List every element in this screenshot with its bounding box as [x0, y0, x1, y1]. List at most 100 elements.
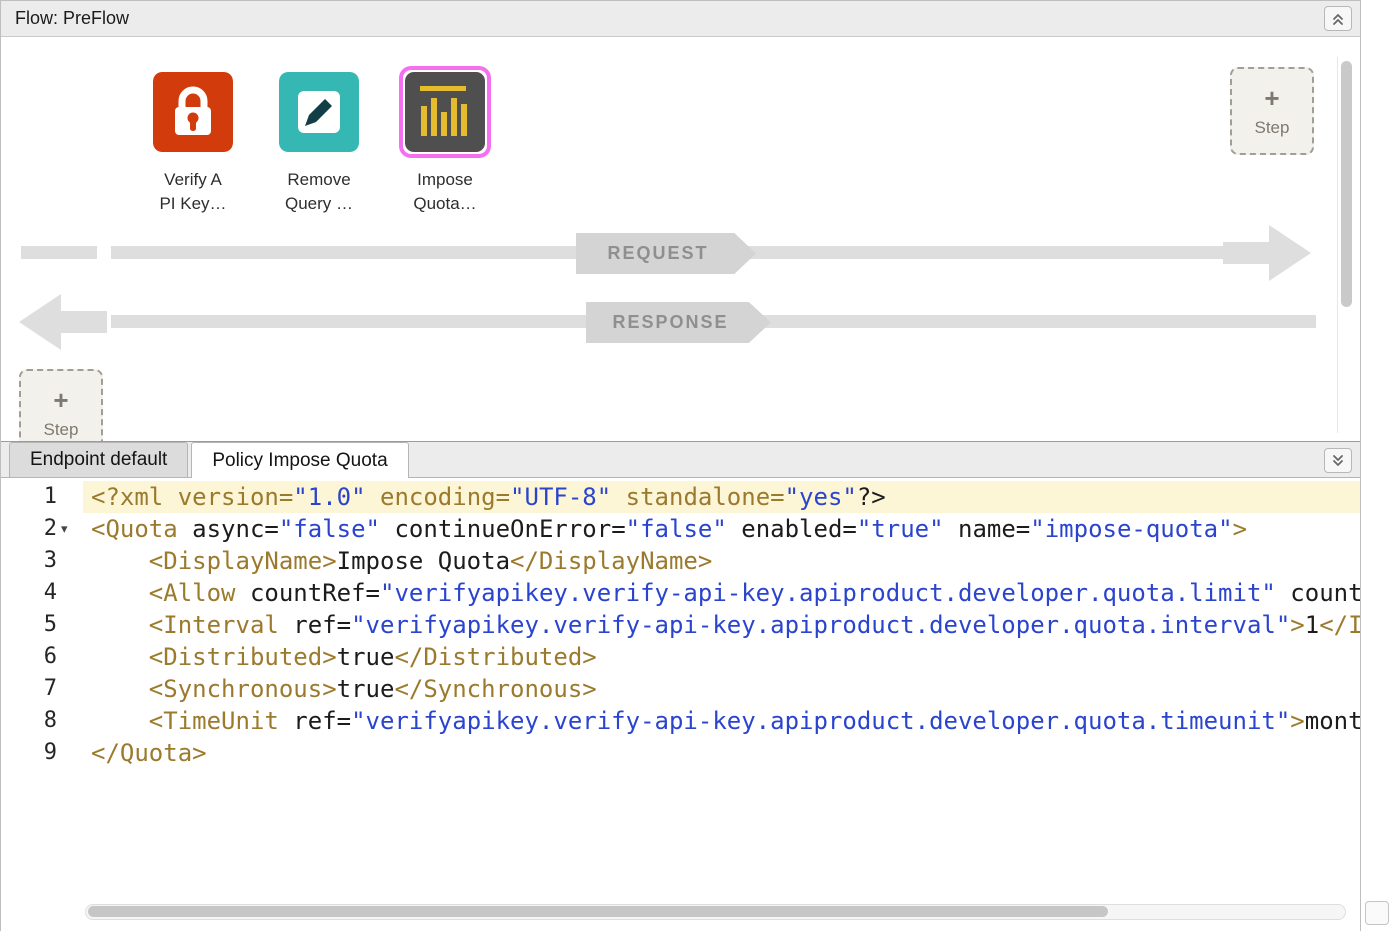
code-lines: 1 <?xml version="1.0" encoding="UTF-8" st…	[1, 478, 1360, 769]
policy-verify-api-key[interactable]: Verify A PI Key…	[143, 65, 243, 216]
flow-titlebar: Flow: PreFlow	[1, 1, 1360, 37]
fold-spacer	[57, 673, 83, 705]
line-number: 8	[1, 705, 57, 737]
policy-icon-area	[273, 65, 365, 159]
code-line-text: <Allow countRef="verifyapikey.verify-api…	[83, 577, 1360, 609]
pencil-icon	[279, 72, 359, 152]
bar-chart-icon	[405, 72, 485, 152]
code-line[interactable]: 8 <TimeUnit ref="verifyapikey.verify-api…	[1, 705, 1360, 737]
line-gutter[interactable]: 4	[1, 577, 83, 609]
code-line[interactable]: 3 <DisplayName>Impose Quota</DisplayName…	[1, 545, 1360, 577]
line-gutter[interactable]: 2▾	[1, 513, 83, 545]
policy-list: Verify A PI Key…	[143, 65, 495, 216]
policy-icon-frame	[273, 66, 365, 158]
response-label: RESPONSE	[612, 312, 728, 333]
fold-spacer	[57, 737, 83, 769]
code-line-text: <Synchronous>true</Synchronous>	[83, 673, 1360, 705]
line-gutter[interactable]: 3	[1, 545, 83, 577]
line-gutter[interactable]: 6	[1, 641, 83, 673]
request-label-ribbon: REQUEST	[576, 233, 756, 274]
request-flow-row: REQUEST	[1, 233, 1360, 291]
request-bar-segment	[21, 246, 97, 259]
fold-spacer	[57, 609, 83, 641]
response-arrow-icon	[19, 294, 107, 350]
code-line-text: <TimeUnit ref="verifyapikey.verify-api-k…	[83, 705, 1360, 737]
policy-label: Verify A PI Key…	[159, 168, 226, 216]
flow-panel: Flow: PreFlow	[1, 1, 1360, 441]
line-gutter[interactable]: 7	[1, 673, 83, 705]
policy-label: Impose Quota…	[413, 168, 476, 216]
policy-label-line1: Impose	[413, 168, 476, 192]
plus-icon: +	[1264, 85, 1279, 111]
fold-toggle-icon[interactable]: ▾	[57, 513, 83, 545]
response-flow-row: RESPONSE	[1, 302, 1360, 360]
request-label: REQUEST	[607, 243, 708, 264]
flow-vertical-scrollbar-thumb[interactable]	[1341, 61, 1352, 307]
flow-canvas: Verify A PI Key…	[1, 37, 1360, 441]
line-number: 7	[1, 673, 57, 705]
editor-tabs-bar: Endpoint default Policy Impose Quota	[1, 441, 1360, 478]
line-number: 6	[1, 641, 57, 673]
fold-spacer	[57, 641, 83, 673]
plus-icon: +	[53, 387, 68, 413]
response-label-ribbon: RESPONSE	[586, 302, 771, 343]
scroll-corner	[1365, 901, 1389, 925]
code-line-text: <Distributed>true</Distributed>	[83, 641, 1360, 673]
fold-spacer	[57, 545, 83, 577]
add-step-button-response[interactable]: + Step	[19, 369, 103, 441]
line-number: 5	[1, 609, 57, 641]
flow-title: Flow: PreFlow	[15, 8, 129, 29]
code-line-text: <Quota async="false" continueOnError="fa…	[83, 513, 1360, 545]
policy-label: Remove Query …	[285, 168, 353, 216]
policy-label-line2: Quota…	[413, 192, 476, 216]
policy-label-line1: Remove	[285, 168, 353, 192]
code-line[interactable]: 5 <Interval ref="verifyapikey.verify-api…	[1, 609, 1360, 641]
code-line[interactable]: 7 <Synchronous>true</Synchronous>	[1, 673, 1360, 705]
policy-remove-query[interactable]: Remove Query …	[269, 65, 369, 216]
code-line[interactable]: 2▾<Quota async="false" continueOnError="…	[1, 513, 1360, 545]
policy-icon-area	[399, 65, 491, 159]
code-line[interactable]: 4 <Allow countRef="verifyapikey.verify-a…	[1, 577, 1360, 609]
line-gutter[interactable]: 5	[1, 609, 83, 641]
flow-collapse-button[interactable]	[1324, 6, 1352, 31]
line-gutter[interactable]: 1	[1, 481, 83, 513]
policy-label-line2: Query …	[285, 192, 353, 216]
horizontal-scrollbar-thumb[interactable]	[88, 906, 1108, 917]
flow-vertical-scrollbar[interactable]	[1337, 57, 1352, 433]
code-line-text: <?xml version="1.0" encoding="UTF-8" sta…	[83, 481, 1360, 513]
code-line-text: </Quota>	[83, 737, 1360, 769]
code-editor[interactable]: 1 <?xml version="1.0" encoding="UTF-8" st…	[1, 478, 1360, 932]
tab-policy-impose-quota[interactable]: Policy Impose Quota	[191, 442, 408, 478]
code-line[interactable]: 9 </Quota>	[1, 737, 1360, 769]
line-gutter[interactable]: 9	[1, 737, 83, 769]
request-arrow-icon	[1223, 225, 1311, 281]
tab-label: Endpoint default	[30, 449, 167, 471]
tab-endpoint-default[interactable]: Endpoint default	[9, 442, 188, 477]
policy-label-line1: Verify A	[159, 168, 226, 192]
line-number: 2	[1, 513, 57, 545]
line-number: 9	[1, 737, 57, 769]
policy-impose-quota[interactable]: Impose Quota…	[395, 65, 495, 216]
code-line[interactable]: 6 <Distributed>true</Distributed>	[1, 641, 1360, 673]
line-number: 1	[1, 481, 57, 513]
policy-icon-area	[147, 65, 239, 159]
right-gutter	[1361, 0, 1392, 931]
add-step-button-request[interactable]: + Step	[1230, 67, 1314, 155]
main-pane: Flow: PreFlow	[0, 0, 1361, 931]
api-proxy-editor-window: Flow: PreFlow	[0, 0, 1392, 938]
policy-icon-frame	[147, 66, 239, 158]
line-number: 4	[1, 577, 57, 609]
code-line-text: <DisplayName>Impose Quota</DisplayName>	[83, 545, 1360, 577]
horizontal-scrollbar[interactable]	[85, 904, 1346, 920]
line-gutter[interactable]: 8	[1, 705, 83, 737]
editor-collapse-button[interactable]	[1324, 448, 1352, 473]
code-line[interactable]: 1 <?xml version="1.0" encoding="UTF-8" st…	[1, 481, 1360, 513]
fold-spacer	[57, 577, 83, 609]
chevrons-up-icon	[1330, 11, 1346, 27]
lock-icon	[153, 72, 233, 152]
tab-label: Policy Impose Quota	[212, 450, 387, 472]
add-step-label: Step	[1255, 118, 1290, 138]
add-step-label: Step	[44, 420, 79, 440]
code-line-text: <Interval ref="verifyapikey.verify-api-k…	[83, 609, 1360, 641]
chevrons-down-icon	[1330, 453, 1346, 469]
